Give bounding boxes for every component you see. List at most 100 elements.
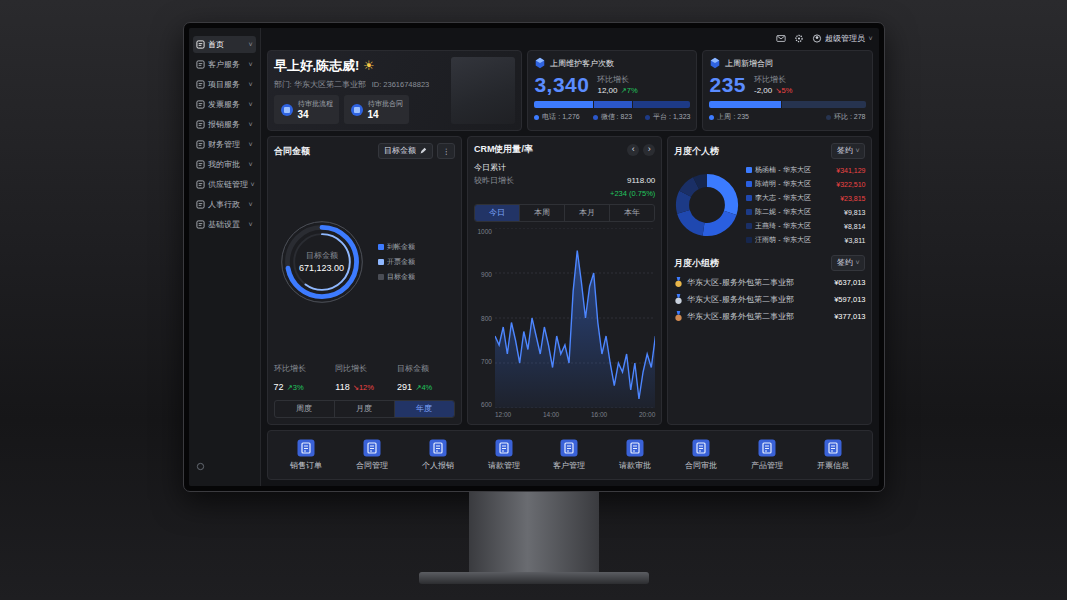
sidebar-item[interactable]: 客户服务˅ bbox=[193, 56, 256, 73]
legend-item: 微信 : 823 bbox=[593, 112, 633, 122]
medal-icon bbox=[674, 277, 683, 288]
shortcut[interactable]: 个人报销 bbox=[422, 439, 454, 471]
chevron-icon: ˅ bbox=[251, 181, 255, 188]
filter-select[interactable]: 签约 ˅ bbox=[831, 255, 865, 271]
shortcut[interactable]: 合同审批 bbox=[685, 439, 717, 471]
sidebar-item[interactable]: 发票服务˅ bbox=[193, 96, 256, 113]
stat-label: 待审批合同 bbox=[368, 99, 403, 109]
next-button[interactable]: › bbox=[643, 144, 655, 156]
sidebar-label: 人事行政 bbox=[208, 199, 246, 210]
ring-arc bbox=[287, 227, 356, 296]
sidebar-label: 项目服务 bbox=[208, 79, 246, 90]
shortcut[interactable]: 合同管理 bbox=[356, 439, 388, 471]
shortcut[interactable]: 请款管理 bbox=[488, 439, 520, 471]
person-row[interactable]: 陈靖明 - 华东大区¥322,510 bbox=[746, 179, 865, 189]
sidebar-label: 报销服务 bbox=[208, 119, 246, 130]
change: ↘5% bbox=[775, 86, 792, 95]
bar-segment bbox=[709, 101, 780, 108]
person-row[interactable]: 陈二妮 - 华东大区¥9,813 bbox=[746, 207, 865, 217]
range-tab[interactable]: 今日 bbox=[475, 205, 520, 221]
sidebar-item[interactable]: 项目服务˅ bbox=[193, 76, 256, 93]
illustration bbox=[451, 57, 515, 124]
sidebar-label: 首页 bbox=[208, 39, 246, 50]
medal-icon bbox=[674, 311, 683, 322]
pending-stat[interactable]: 待审批流程34 bbox=[274, 95, 339, 124]
filter-select[interactable]: 签约 ˅ bbox=[831, 143, 865, 159]
chevron-icon: ˅ bbox=[248, 121, 252, 128]
legend-item: 平台 : 1,323 bbox=[645, 112, 690, 122]
shortcut[interactable]: 请款审批 bbox=[619, 439, 651, 471]
more-button[interactable]: ⋮ bbox=[437, 143, 455, 159]
main: 超级管理员˅早上好,陈志威! ☀部门: 华东大区第二事业部ID: 2361674… bbox=[261, 28, 879, 486]
monitor-base bbox=[419, 572, 649, 584]
sidebar-item[interactable]: 首页˅ bbox=[193, 36, 256, 53]
prev-button[interactable]: ‹ bbox=[627, 144, 639, 156]
y-tick: 1000 bbox=[474, 228, 492, 235]
chevron-icon: ˅ bbox=[248, 61, 252, 68]
user-name: 超级管理员 bbox=[825, 33, 865, 44]
x-tick: 12:00 bbox=[495, 411, 511, 418]
donut-segment bbox=[683, 180, 732, 229]
range-tab[interactable]: 本年 bbox=[610, 205, 654, 221]
stat-value: 14 bbox=[368, 109, 403, 120]
sidebar-item[interactable]: 人事行政˅ bbox=[193, 196, 256, 213]
chevron-icon: ˅ bbox=[248, 101, 252, 108]
donut-segment bbox=[683, 180, 732, 229]
bar-segment bbox=[594, 101, 633, 108]
gear-icon[interactable] bbox=[794, 34, 804, 43]
person-row[interactable]: 李大志 - 华东大区¥23,815 bbox=[746, 193, 865, 203]
cube-icon bbox=[709, 57, 721, 69]
sidebar-item[interactable]: 财务管理˅ bbox=[193, 136, 256, 153]
sidebar-label: 我的审批 bbox=[208, 159, 246, 170]
topbar: 超级管理员˅ bbox=[267, 32, 873, 45]
chevron-icon: ˅ bbox=[868, 35, 872, 42]
shortcut-icon bbox=[363, 439, 381, 457]
card-title: 月度个人榜 bbox=[674, 145, 719, 158]
y-tick: 900 bbox=[474, 271, 492, 278]
kpi-value: 235 bbox=[709, 73, 746, 97]
team-row[interactable]: 华东大区-服务外包第二事业部¥637,013 bbox=[674, 277, 865, 288]
growth-value: +234 (0.75%) bbox=[610, 189, 655, 198]
person-row[interactable]: 杨函楠 - 华东大区¥341,129 bbox=[746, 165, 865, 175]
scene: 首页˅客户服务˅项目服务˅发票服务˅报销服务˅财务管理˅我的审批˅供应链管理˅人… bbox=[0, 0, 1067, 600]
shortcut[interactable]: 客户管理 bbox=[553, 439, 585, 471]
total-value: 9118.00 bbox=[627, 176, 655, 186]
shortcut[interactable]: 开票信息 bbox=[817, 439, 849, 471]
sidebar-item[interactable]: 我的审批˅ bbox=[193, 156, 256, 173]
kpi-card: 上周维护客户次数3,340环比增长12,00↗7%电话 : 1,276微信 : … bbox=[527, 50, 697, 131]
kpi-title: 上周新增合同 bbox=[725, 58, 773, 69]
pending-stat[interactable]: 待审批合同14 bbox=[344, 95, 409, 124]
segment-bar bbox=[534, 101, 690, 108]
growth-label: 较昨日增长 bbox=[474, 176, 514, 186]
donut-segment bbox=[683, 180, 732, 229]
module-icon bbox=[196, 140, 205, 149]
card-title: CRM使用量/率 bbox=[474, 143, 533, 156]
target-button[interactable]: 目标金额 bbox=[378, 143, 433, 159]
module-icon bbox=[196, 80, 205, 89]
period-tab[interactable]: 月度 bbox=[335, 401, 395, 417]
period-tabs: 周度月度年度 bbox=[274, 400, 455, 418]
shortcut[interactable]: 产品管理 bbox=[751, 439, 783, 471]
chevron-icon: ˅ bbox=[248, 201, 252, 208]
period-tab[interactable]: 年度 bbox=[395, 401, 454, 417]
module-icon bbox=[196, 100, 205, 109]
user-menu[interactable]: 超级管理员˅ bbox=[812, 33, 872, 44]
person-row[interactable]: 汪雨萌 - 华东大区¥3,811 bbox=[746, 235, 865, 245]
collapse-button[interactable] bbox=[193, 454, 256, 478]
sidebar-item[interactable]: 供应链管理˅ bbox=[193, 176, 256, 193]
shortcut[interactable]: 销售订单 bbox=[290, 439, 322, 471]
monitor: 首页˅客户服务˅项目服务˅发票服务˅报销服务˅财务管理˅我的审批˅供应链管理˅人… bbox=[183, 22, 885, 492]
period-tab[interactable]: 周度 bbox=[275, 401, 335, 417]
compare-label: 环比增长 bbox=[597, 75, 637, 85]
sun-icon: ☀ bbox=[363, 58, 375, 73]
team-row[interactable]: 华东大区-服务外包第二事业部¥597,013 bbox=[674, 294, 865, 305]
sidebar-item[interactable]: 报销服务˅ bbox=[193, 116, 256, 133]
person-row[interactable]: 王燕琦 - 华东大区¥8,814 bbox=[746, 221, 865, 231]
range-tab[interactable]: 本周 bbox=[520, 205, 565, 221]
sidebar-item[interactable]: 基础设置˅ bbox=[193, 216, 256, 233]
team-row[interactable]: 华东大区-服务外包第二事业部¥377,013 bbox=[674, 311, 865, 322]
mail-icon[interactable] bbox=[776, 34, 786, 43]
range-tab[interactable]: 本月 bbox=[565, 205, 610, 221]
chevron-icon: ˅ bbox=[248, 161, 252, 168]
area-fill bbox=[495, 251, 655, 409]
